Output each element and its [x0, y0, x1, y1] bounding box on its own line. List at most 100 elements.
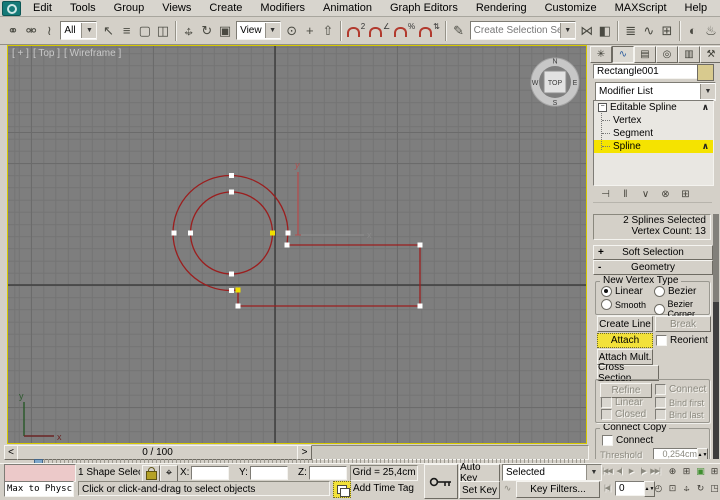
angle-snap-toggle-icon[interactable]: ∠	[368, 19, 391, 42]
zoom-extents-icon[interactable]: ▣	[694, 464, 707, 478]
key-filters-button[interactable]: Key Filters...	[516, 481, 600, 498]
tab-utilities[interactable]: ⚒	[700, 46, 720, 63]
go-to-start-icon[interactable]: |◀◀	[601, 464, 613, 478]
spline-vertex[interactable]	[172, 231, 177, 236]
inner-circle-spline[interactable]	[191, 192, 273, 274]
viewcube-east-label[interactable]: E	[573, 80, 578, 87]
spline-vertex[interactable]	[229, 272, 234, 277]
panel-scrollbar[interactable]	[713, 214, 719, 459]
select-and-link-icon[interactable]: ⚭	[5, 19, 21, 42]
radio-smooth[interactable]: Smooth	[601, 299, 646, 310]
edit-named-selection-sets-icon[interactable]: ✎	[451, 19, 467, 42]
outer-spline[interactable]	[173, 176, 420, 306]
rectangular-selection-region-icon[interactable]: ▢	[137, 19, 153, 42]
tab-display[interactable]: ▥	[678, 46, 700, 63]
menu-graph-editors[interactable]: Graph Editors	[381, 0, 467, 16]
time-configuration-icon[interactable]: ◴	[652, 481, 665, 495]
spline-vertex[interactable]	[418, 243, 423, 248]
spline-vertex[interactable]	[418, 304, 423, 309]
keyboard-shortcut-override-icon[interactable]: ⇧	[320, 19, 336, 42]
create-line-button[interactable]: Create Line	[597, 316, 653, 332]
viewcube-north-label[interactable]: N	[552, 59, 557, 66]
set-key-button[interactable]: Set Key	[459, 481, 500, 499]
mirror-icon[interactable]: ⋈	[579, 19, 595, 42]
menu-customize[interactable]: Customize	[536, 0, 606, 16]
pin-stack-icon[interactable]: ⊣	[597, 188, 614, 202]
next-frame-icon[interactable]: |▶	[637, 464, 649, 478]
chevron-down-icon[interactable]: ▼	[81, 23, 96, 38]
selection-filter-dropdown[interactable]: All▼	[60, 21, 97, 40]
set-keys-button[interactable]	[424, 464, 458, 499]
macro-recorder-field[interactable]	[4, 464, 76, 482]
app-logo-icon[interactable]	[2, 1, 21, 16]
spline-vertex[interactable]	[229, 288, 234, 293]
maxscript-listener-field[interactable]: Max to Physc:	[4, 481, 74, 497]
percent-snap-toggle-icon[interactable]: %	[393, 19, 416, 42]
zoom-all-icon[interactable]: ⊞	[680, 464, 693, 478]
rollout-soft-selection[interactable]: + Soft Selection	[593, 245, 713, 260]
menu-create[interactable]: Create	[200, 0, 251, 16]
select-and-rotate-icon[interactable]: ↻	[199, 19, 215, 42]
stack-item-spline[interactable]: Spline∧	[594, 140, 713, 153]
selected-key-set-dropdown[interactable]: Selected ▼	[502, 464, 602, 481]
select-and-move-icon[interactable]: ↔↕	[181, 19, 197, 42]
pan-icon[interactable]: ↔↕	[680, 481, 693, 495]
spline-vertex[interactable]	[285, 243, 290, 248]
spline-first-vertex[interactable]	[270, 231, 275, 236]
object-name-field[interactable]: Rectangle001	[593, 64, 698, 79]
bind-first-checkbox[interactable]: Bind first	[655, 397, 704, 408]
menu-rendering[interactable]: Rendering	[467, 0, 536, 16]
menu-help[interactable]: Help	[676, 0, 717, 16]
break-button[interactable]: Break	[655, 316, 711, 332]
show-end-result-icon[interactable]: ‖	[617, 188, 634, 202]
object-color-swatch[interactable]	[697, 64, 714, 81]
tab-create[interactable]: ✳	[590, 46, 612, 63]
menu-group[interactable]: Group	[105, 0, 154, 16]
y-coordinate-field[interactable]	[250, 466, 288, 480]
auto-key-button[interactable]: Auto Key	[459, 464, 500, 482]
add-time-tag[interactable]: Add Time Tag	[353, 483, 414, 494]
stack-item-vertex[interactable]: Vertex	[594, 114, 713, 127]
reorient-checkbox[interactable]: Reorient	[656, 335, 708, 346]
spline-first-vertex[interactable]	[236, 288, 241, 293]
x-coordinate-field[interactable]	[191, 466, 229, 480]
menu-modifiers[interactable]: Modifiers	[251, 0, 314, 16]
snaps-toggle-icon[interactable]: 2	[346, 19, 366, 42]
threshold-field[interactable]: 0,254cm	[653, 448, 700, 459]
unlink-selection-icon[interactable]: ⚮	[23, 19, 39, 42]
select-object-icon[interactable]: ↖	[100, 19, 116, 42]
select-by-name-icon[interactable]: ≡	[119, 19, 135, 42]
menu-tools[interactable]: Tools	[61, 0, 105, 16]
render-setup-icon[interactable]: ♨	[703, 19, 719, 42]
closed-checkbox[interactable]: Closed	[601, 409, 646, 420]
chevron-down-icon[interactable]: ▼	[265, 23, 280, 38]
tab-motion[interactable]: ◎	[656, 46, 678, 63]
crossing-selection-toggle[interactable]	[333, 481, 351, 498]
spline-vertex[interactable]	[188, 231, 193, 236]
configure-modifier-sets-icon[interactable]: ⊞	[677, 188, 694, 202]
zoom-extents-all-icon[interactable]: ⊞	[708, 464, 720, 478]
collapse-box-icon[interactable]: −	[598, 103, 607, 112]
use-pivot-point-center-icon[interactable]: ⊙	[284, 19, 300, 42]
chevron-down-icon[interactable]: ▼	[586, 465, 601, 480]
bind-to-space-warp-icon[interactable]: ≀	[41, 19, 57, 42]
layer-manager-icon[interactable]: ≣	[623, 19, 639, 42]
threshold-spinner[interactable]: ▲▼	[697, 448, 708, 459]
spline-vertex[interactable]	[229, 190, 234, 195]
orbit-icon[interactable]: ↻	[694, 481, 707, 495]
schematic-view-icon[interactable]: ⊞	[659, 19, 675, 42]
time-slider-prev-button[interactable]: <	[4, 445, 18, 460]
linear-checkbox[interactable]: Linear	[601, 397, 643, 408]
zoom-icon[interactable]: ⊕	[666, 464, 679, 478]
chevron-down-icon[interactable]: ▼	[700, 84, 715, 99]
new-key-tangent-icon[interactable]: ∿	[501, 482, 514, 495]
absolute-mode-transform-icon[interactable]: ⌖	[160, 465, 178, 482]
viewcube-west-label[interactable]: W	[532, 80, 539, 87]
spinner-snap-toggle-icon[interactable]: ⇅	[418, 19, 441, 42]
menu-animation[interactable]: Animation	[314, 0, 381, 16]
modifier-stack[interactable]: −Editable Spline∧VertexSegmentSpline∧	[593, 100, 714, 186]
material-editor-icon[interactable]: ◐	[685, 19, 701, 42]
menu-maxscript[interactable]: MAXScript	[606, 0, 676, 16]
make-unique-icon[interactable]: ∨	[637, 188, 654, 202]
align-icon[interactable]: ◧	[597, 19, 613, 42]
